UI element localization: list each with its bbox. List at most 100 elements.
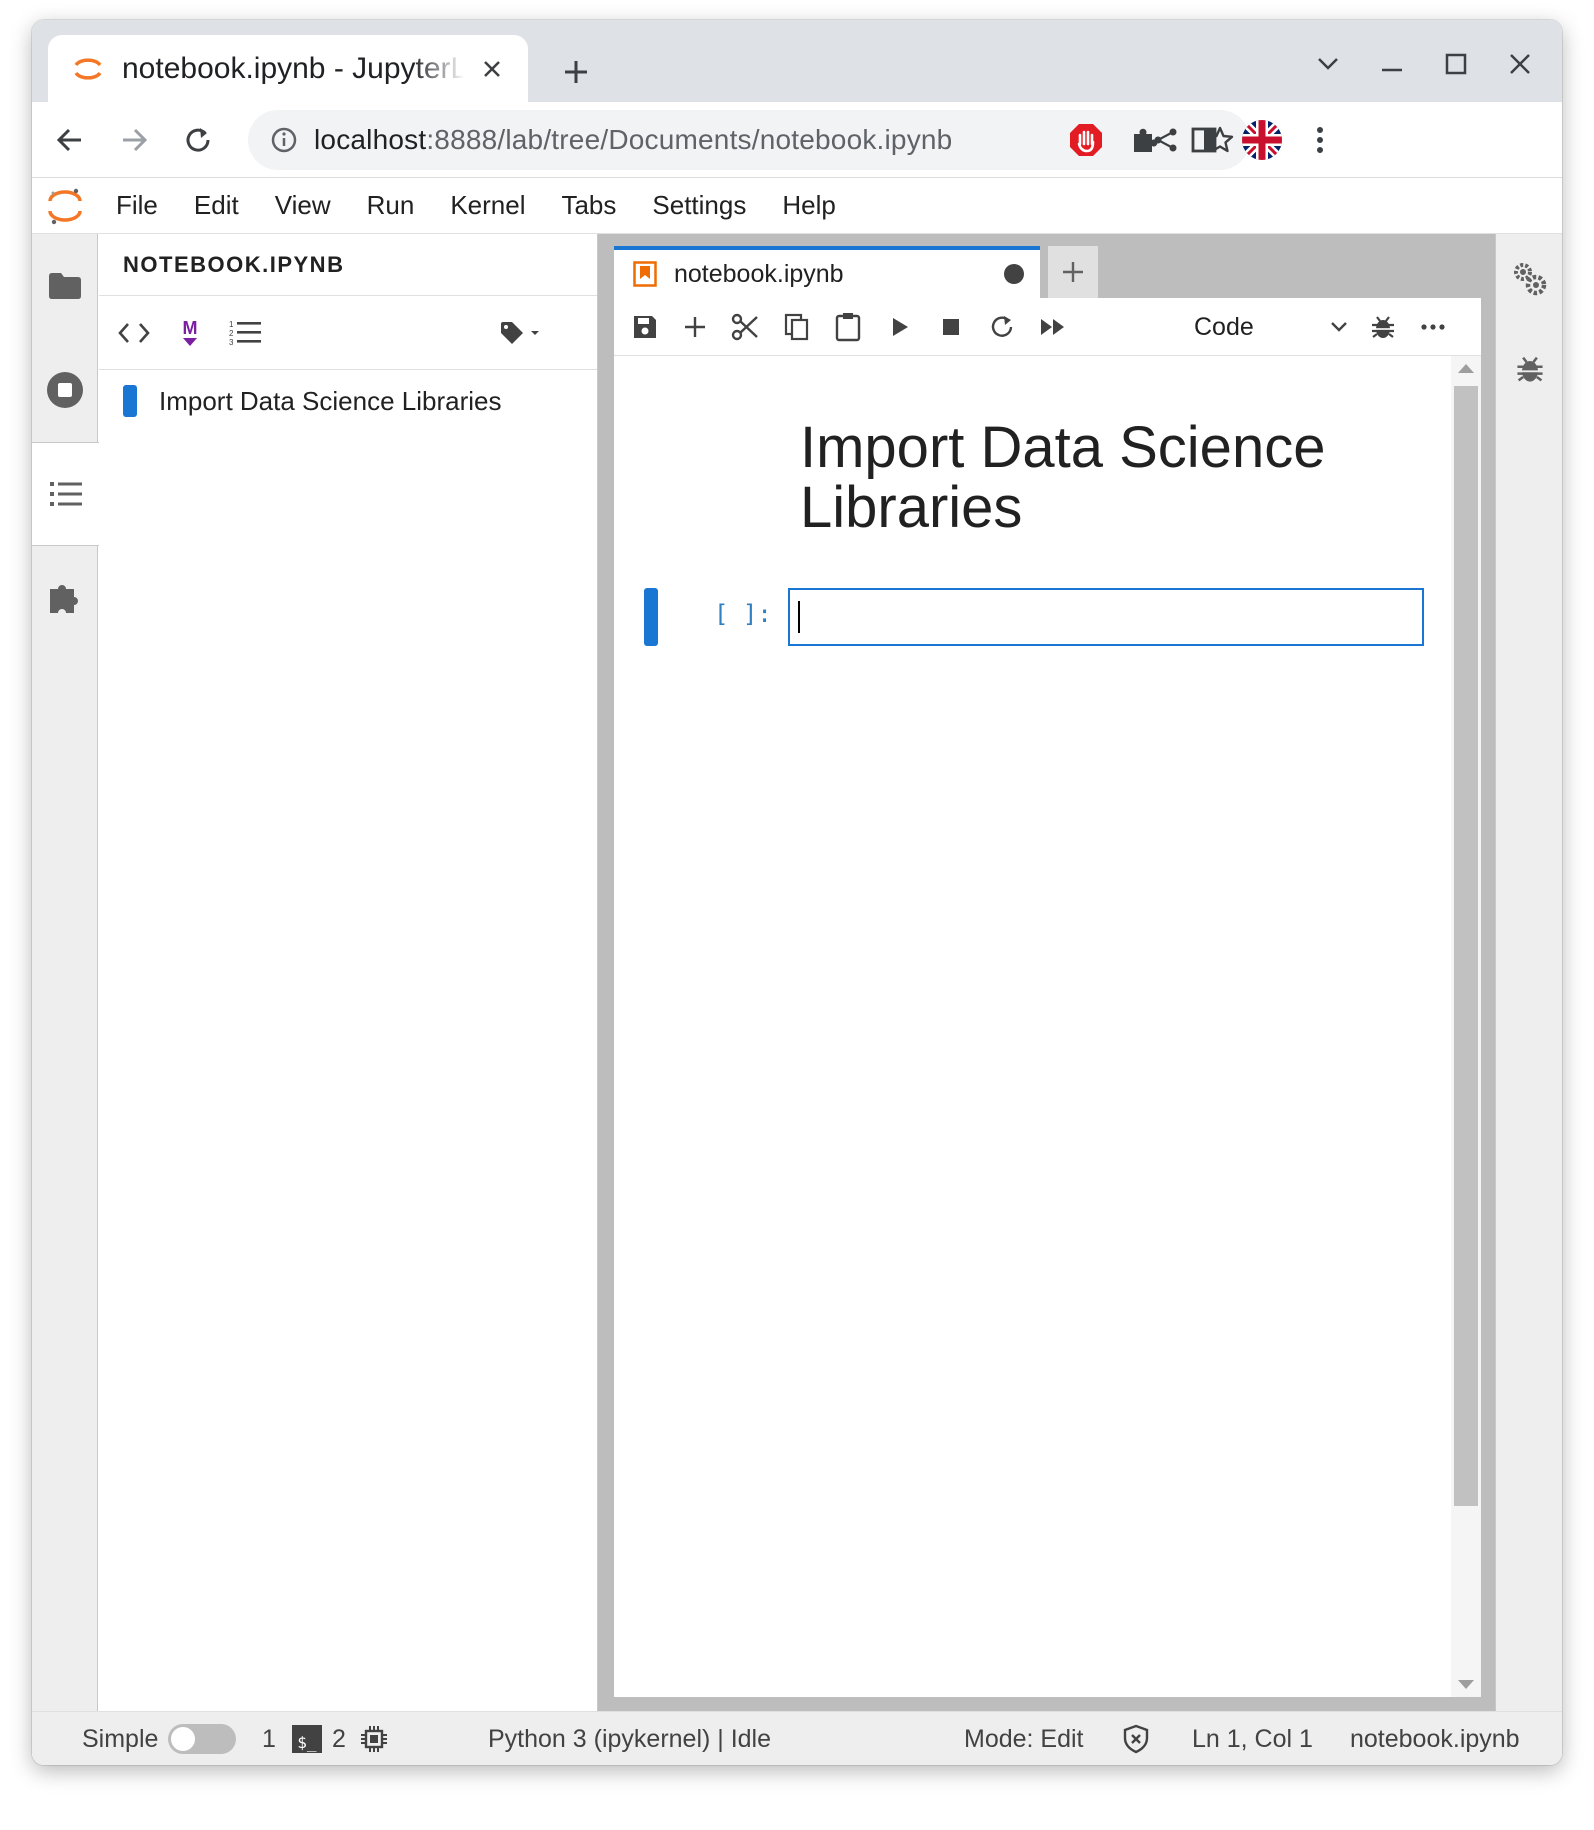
menu-edit[interactable]: Edit: [176, 178, 257, 234]
insert-cell-icon[interactable]: [672, 304, 718, 350]
debugger-tab[interactable]: [1496, 324, 1562, 414]
notebook-scrollbar[interactable]: [1451, 356, 1481, 1697]
jupyter-logo-icon: [32, 178, 98, 234]
svg-text:M: M: [183, 318, 198, 338]
info-icon[interactable]: [266, 122, 302, 158]
debugger-bug-icon[interactable]: [1360, 304, 1406, 350]
browser-tabstrip: notebook.ipynb - JupyterLab: [32, 20, 1562, 102]
kernels-count-value: 2: [332, 1724, 346, 1753]
notebook-content: Import Data Science Libraries [ ]:: [614, 356, 1481, 1697]
menu-settings[interactable]: Settings: [634, 178, 764, 234]
scroll-up-arrow-icon[interactable]: [1458, 364, 1474, 373]
right-sidebar: [1495, 234, 1562, 1711]
menu-tabs[interactable]: Tabs: [543, 178, 634, 234]
running-sessions-tab[interactable]: [32, 338, 98, 442]
copy-icon[interactable]: [774, 304, 820, 350]
toc-header: NOTEBOOK.IPYNB: [99, 234, 597, 296]
cell-type-select[interactable]: Code: [1182, 304, 1348, 350]
menu-help[interactable]: Help: [764, 178, 853, 234]
kernels-count[interactable]: 2: [332, 1712, 388, 1765]
svg-text:2: 2: [229, 329, 234, 338]
trust-shield-icon[interactable]: [1122, 1712, 1150, 1765]
cursor-position[interactable]: Ln 1, Col 1: [1192, 1712, 1313, 1765]
text-caret: [798, 601, 800, 633]
close-tab-icon[interactable]: [474, 51, 510, 87]
window-controls: [1296, 42, 1552, 86]
minimize-icon[interactable]: [1360, 42, 1424, 86]
unsaved-dot-icon[interactable]: [1004, 264, 1024, 284]
profile-avatar[interactable]: [1236, 114, 1288, 166]
run-cell-icon[interactable]: [877, 304, 923, 350]
code-toggle-icon[interactable]: [111, 310, 157, 356]
save-icon[interactable]: [622, 304, 668, 350]
side-panel-icon[interactable]: [1178, 114, 1230, 166]
new-tab-button[interactable]: [554, 50, 598, 94]
reload-icon[interactable]: [172, 114, 224, 166]
notebook-toolbar: Code: [614, 298, 1481, 356]
maximize-icon[interactable]: [1424, 42, 1488, 86]
toc-item[interactable]: Import Data Science Libraries: [123, 384, 501, 418]
extension-manager-tab[interactable]: [32, 546, 98, 650]
status-bar: Simple 1 $_ 2 Python 3 (ipykernel) | Idl…: [32, 1711, 1562, 1765]
browser-tab-title: notebook.ipynb - JupyterLab: [122, 51, 464, 85]
browser-toolbar: localhost:8888/lab/tree/Documents/notebo…: [32, 102, 1562, 178]
menu-kernel[interactable]: Kernel: [432, 178, 543, 234]
left-sidebar: [32, 234, 99, 1711]
scrollbar-thumb[interactable]: [1454, 386, 1478, 1506]
chevron-down-icon: [1331, 322, 1347, 332]
toc-panel: NOTEBOOK.IPYNB M 123 Import Data Science: [99, 234, 598, 1711]
gears-icon: [1513, 263, 1546, 296]
toc-active-marker: [123, 385, 137, 417]
menu-file[interactable]: File: [98, 178, 176, 234]
forward-arrow-icon[interactable]: [108, 114, 160, 166]
browser-menu-icon[interactable]: [1294, 114, 1346, 166]
restart-kernel-icon[interactable]: [979, 304, 1025, 350]
list-icon: [49, 482, 82, 506]
file-browser-tab[interactable]: [32, 234, 98, 338]
code-editor[interactable]: [788, 588, 1424, 646]
markdown-toggle-icon[interactable]: M: [167, 310, 213, 356]
kernel-status[interactable]: Python 3 (ipykernel) | Idle: [488, 1712, 771, 1765]
svg-text:3: 3: [229, 338, 234, 347]
numbered-list-icon[interactable]: 123: [223, 310, 269, 356]
puzzle-icon: [50, 585, 78, 613]
scroll-down-arrow-icon[interactable]: [1458, 1680, 1474, 1689]
toggle-switch[interactable]: [168, 1724, 237, 1754]
main-dock-area: notebook.ipynb Code Import Data Science …: [598, 234, 1495, 1711]
toc-toolbar: M 123: [99, 296, 597, 370]
folder-icon: [49, 273, 81, 299]
puzzle-extensions-icon[interactable]: [1118, 114, 1170, 166]
input-prompt: [ ]:: [714, 600, 772, 628]
close-window-icon[interactable]: [1488, 42, 1552, 86]
url-text: localhost:8888/lab/tree/Documents/notebo…: [314, 124, 952, 156]
toc-item-label: Import Data Science Libraries: [159, 385, 502, 416]
chevron-down-icon[interactable]: [1296, 42, 1360, 86]
menu-run[interactable]: Run: [349, 178, 433, 234]
cell-type-value: Code: [1194, 312, 1254, 341]
simple-mode-toggle[interactable]: Simple: [82, 1712, 237, 1765]
interrupt-kernel-icon[interactable]: [928, 304, 974, 350]
run-all-icon[interactable]: [1030, 304, 1076, 350]
notebook-tab-label: notebook.ipynb: [674, 259, 844, 288]
more-options-icon[interactable]: [1410, 304, 1456, 350]
paste-icon[interactable]: [825, 304, 871, 350]
notebook-icon: [630, 259, 660, 289]
cell-collapser[interactable]: [644, 588, 658, 646]
toc-title: NOTEBOOK.IPYNB: [123, 251, 345, 277]
url-path: :8888/lab/tree/Documents/notebook.ipynb: [426, 124, 953, 155]
bug-icon: [1516, 356, 1543, 382]
simple-mode-label: Simple: [82, 1724, 159, 1753]
browser-tab[interactable]: notebook.ipynb - JupyterLab: [48, 35, 528, 102]
editor-mode: Mode: Edit: [964, 1724, 1084, 1753]
terminals-count[interactable]: 1 $_: [262, 1712, 322, 1765]
menu-view[interactable]: View: [257, 178, 349, 234]
table-of-contents-tab[interactable]: [32, 442, 99, 546]
property-inspector-tab[interactable]: [1496, 234, 1562, 324]
browser-window: notebook.ipynb - JupyterLab localhost:88…: [32, 20, 1562, 1765]
notebook-tab[interactable]: notebook.ipynb: [614, 246, 1040, 298]
tag-filter-icon[interactable]: [493, 310, 549, 356]
back-arrow-icon[interactable]: [44, 114, 96, 166]
adblock-extension-icon[interactable]: [1060, 114, 1112, 166]
cut-icon[interactable]: [722, 304, 768, 350]
add-launcher-button[interactable]: [1048, 246, 1098, 298]
